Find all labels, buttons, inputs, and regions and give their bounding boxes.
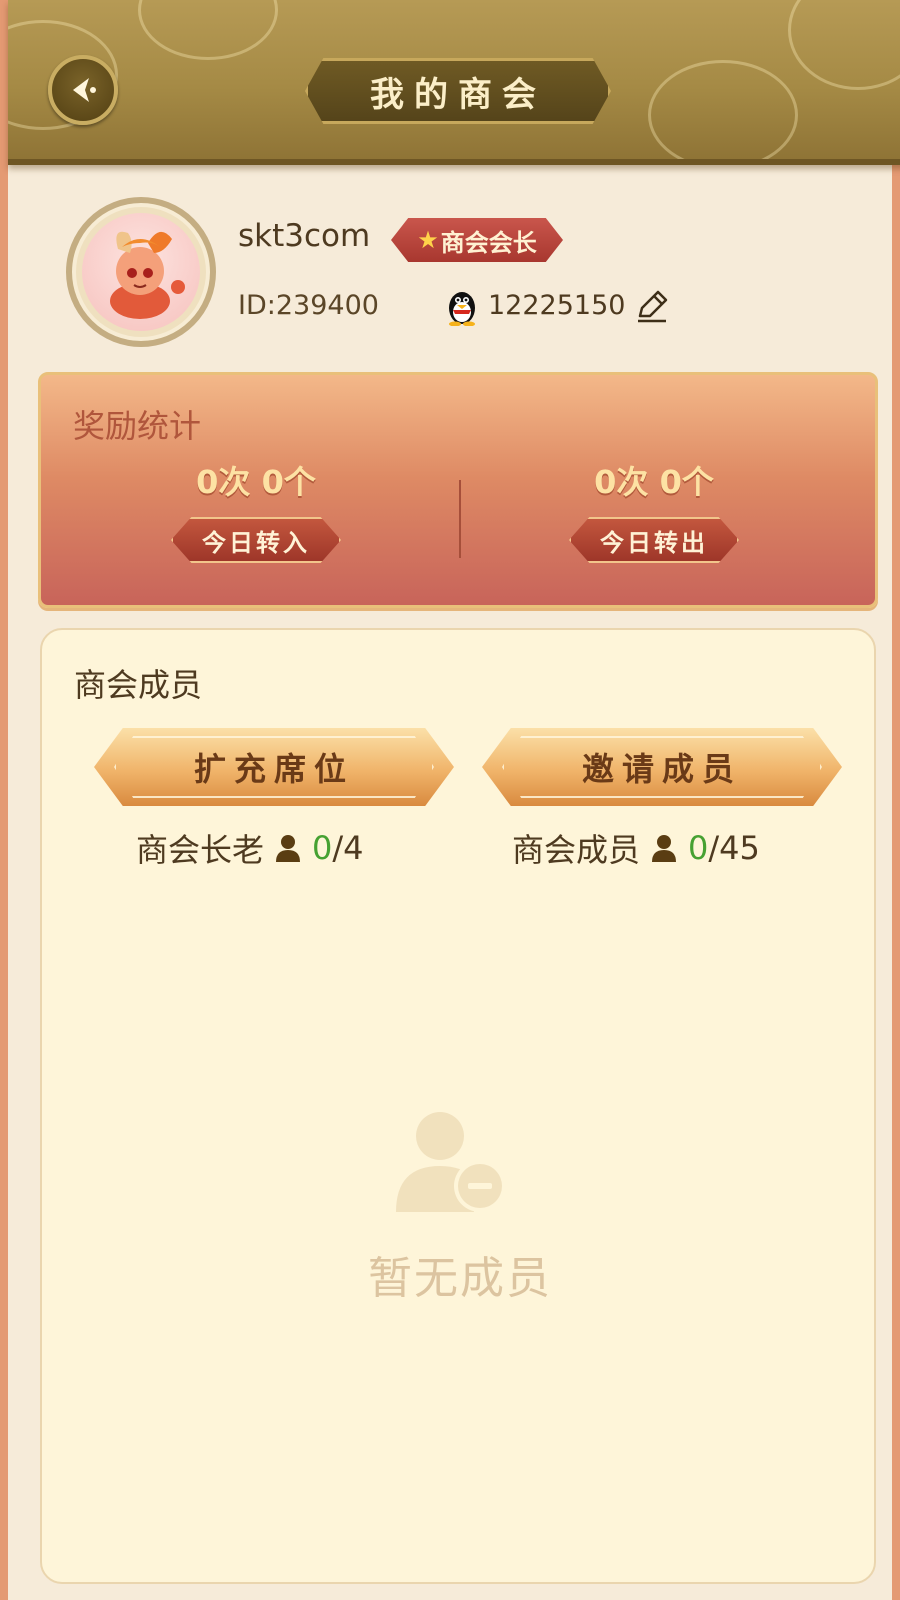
user-id: ID:239400 (238, 290, 379, 321)
elders-label: 商会长老 (136, 831, 265, 869)
members-title: 商会成员 (74, 666, 203, 704)
expand-seats-button[interactable]: 扩充席位 (94, 728, 454, 806)
page-root: 我的商会 skt3com ★ 商会会长 ID:239400 12225150 奖… (0, 0, 900, 1600)
qq-number: 12225150 (488, 290, 626, 321)
person-icon (276, 835, 301, 862)
back-arrow-icon (73, 78, 96, 102)
members-count-label: 商会成员 (512, 831, 641, 869)
members-max: /45 (708, 829, 760, 867)
expand-seats-label: 扩充席位 (193, 750, 354, 788)
username: skt3com (238, 218, 371, 254)
invite-member-button[interactable]: 邀请成员 (482, 728, 842, 806)
avatar[interactable] (66, 197, 216, 347)
elders-max: /4 (332, 829, 364, 867)
members-panel: 商会成员 扩充席位 邀请成员 商会长老 0/4 商会成员 0/45 暂无成员 (40, 628, 876, 1584)
members-current: 0 (688, 829, 709, 867)
qq-penguin-icon (449, 292, 475, 326)
role-label: 商会会长 (440, 228, 537, 257)
role-badge: ★ 商会会长 (391, 218, 563, 262)
top-bar: 我的商会 (8, 0, 900, 165)
avatar-image (82, 213, 200, 331)
edit-pencil-icon[interactable] (634, 288, 670, 324)
members-count: 商会成员 0/45 (512, 825, 760, 871)
stats-divider (459, 480, 461, 558)
page-title-plate: 我的商会 (305, 58, 611, 124)
today-in-value: 0次 0个 (196, 463, 316, 501)
empty-state-text: 暂无成员 (368, 1253, 552, 1304)
elders-count: 商会长老 0/4 (136, 825, 364, 871)
reward-stats-title: 奖励统计 (73, 407, 202, 445)
page-title: 我的商会 (370, 74, 546, 115)
today-in-label: 今日转入 (171, 517, 341, 563)
today-out-value: 0次 0个 (594, 463, 714, 501)
back-button[interactable] (48, 55, 118, 125)
today-out-label: 今日转出 (569, 517, 739, 563)
today-in-stat: 0次 0个 今日转入 (156, 457, 356, 563)
reward-stats-panel: 奖励统计 0次 0个 今日转入 0次 0个 今日转出 (38, 372, 878, 608)
elders-current: 0 (312, 829, 333, 867)
empty-member-icon (396, 1112, 506, 1212)
star-icon: ★ (417, 226, 439, 254)
invite-member-label: 邀请成员 (581, 750, 742, 788)
person-icon (652, 835, 677, 862)
today-out-stat: 0次 0个 今日转出 (554, 457, 754, 563)
